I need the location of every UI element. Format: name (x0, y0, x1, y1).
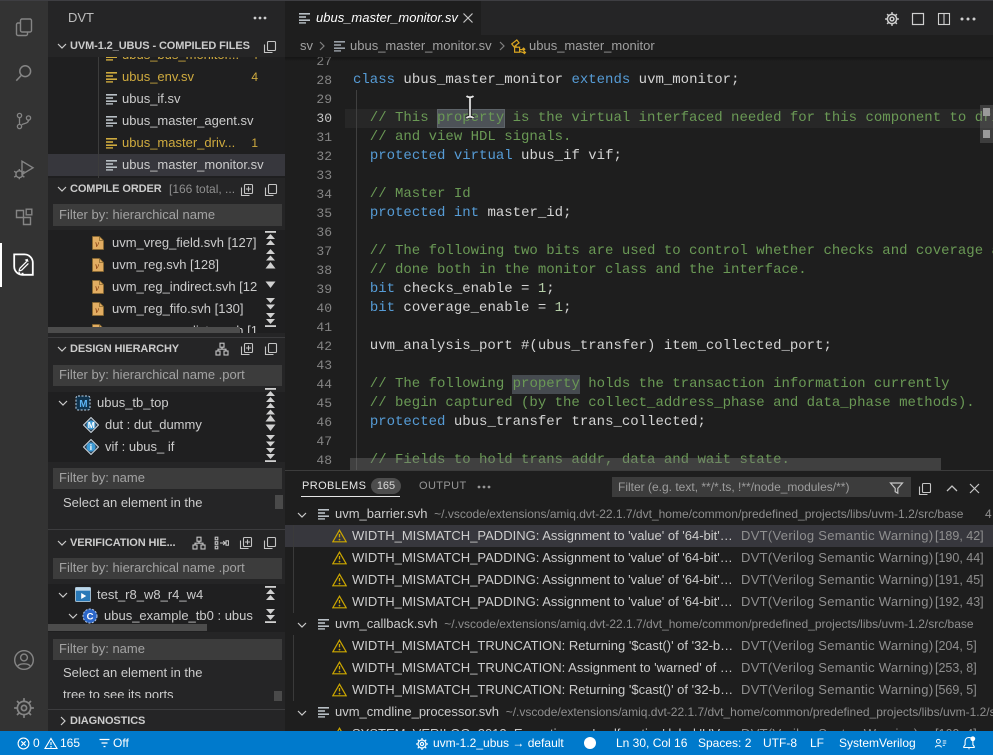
svg-text:v: v (95, 261, 99, 271)
svg-text:v: v (95, 305, 99, 315)
svg-text:i: i (90, 442, 92, 452)
svg-text:C: C (87, 612, 94, 623)
svg-text:M: M (88, 420, 95, 430)
svg-text:v: v (95, 239, 99, 249)
svg-text:v: v (95, 283, 99, 293)
svg-text:M: M (79, 399, 87, 410)
